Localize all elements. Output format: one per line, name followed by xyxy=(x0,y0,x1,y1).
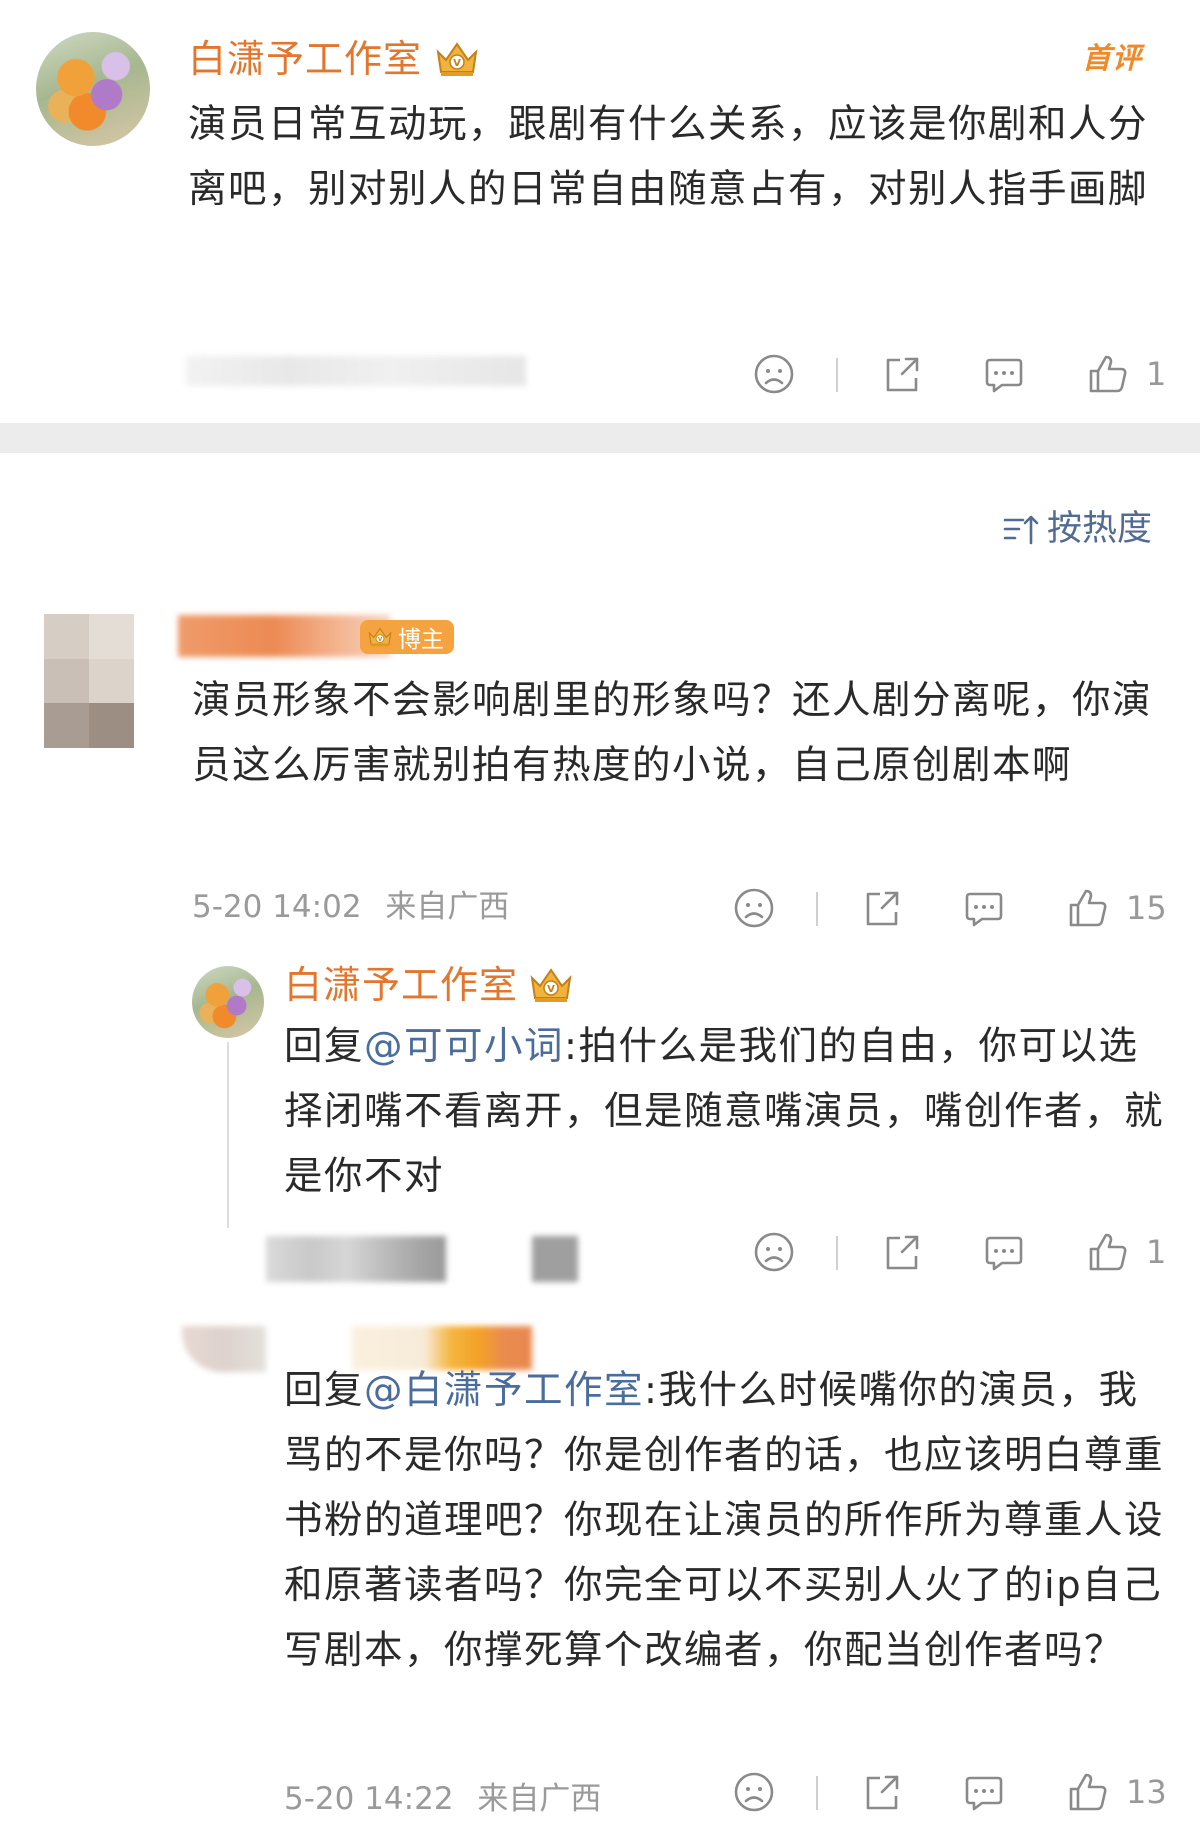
redacted-meta xyxy=(186,356,526,386)
comment-time: 5-20 14:22 xyxy=(284,1781,454,1817)
action-bar: 1 xyxy=(750,1228,1170,1278)
comment-location: 来自广西 xyxy=(385,889,510,925)
share-button[interactable] xyxy=(878,350,926,398)
dislike-button[interactable] xyxy=(750,1228,798,1276)
like-count: 15 xyxy=(1126,889,1167,927)
crown-icon xyxy=(366,625,394,649)
sad-face-icon xyxy=(730,884,778,932)
reply-prefix: 回复 xyxy=(284,1024,365,1069)
avatar[interactable] xyxy=(36,32,150,146)
share-icon xyxy=(878,350,926,398)
comment-icon xyxy=(960,1768,1008,1816)
action-bar: 13 xyxy=(730,1768,1170,1818)
dislike-button[interactable] xyxy=(750,350,798,398)
like-count: 13 xyxy=(1126,1773,1167,1811)
comment-button[interactable] xyxy=(960,884,1008,932)
thumbs-up-icon xyxy=(1084,1228,1132,1276)
sort-icon xyxy=(1003,515,1039,545)
reply-text: 回复@可可小词:拍什么是我们的自由，你可以选择闭嘴不看离开，但是随意嘴演员，嘴创… xyxy=(284,1014,1174,1209)
comment-text: 演员形象不会影响剧里的形象吗？还人剧分离呢，你演员这么厉害就别拍有热度的小说，自… xyxy=(192,678,1153,788)
share-button[interactable] xyxy=(858,1768,906,1816)
crown-icon xyxy=(526,964,576,1006)
comment-time: 5-20 14:02 xyxy=(192,889,362,925)
share-icon xyxy=(858,884,906,932)
share-icon xyxy=(878,1228,926,1276)
mention-link[interactable]: @可可小词 xyxy=(364,1024,564,1069)
action-bar: 1 xyxy=(750,350,1170,400)
comment-meta: 5-20 14:22 来自广西 xyxy=(284,1784,601,1815)
sad-face-icon xyxy=(750,350,798,398)
divider xyxy=(836,358,838,392)
comment-button[interactable] xyxy=(980,350,1028,398)
sort-label[interactable]: 按热度 xyxy=(1047,511,1152,547)
crown-icon xyxy=(432,38,482,80)
comment-text: 演员日常互动玩，跟剧有什么关系，应该是你剧和人分离吧，别对别人的日常自由随意占有… xyxy=(188,102,1149,212)
thumbs-up-icon xyxy=(1064,884,1112,932)
like-button[interactable] xyxy=(1064,1768,1112,1816)
dislike-button[interactable] xyxy=(730,884,778,932)
sad-face-icon xyxy=(730,1768,778,1816)
redacted-author-name xyxy=(178,615,390,657)
share-button[interactable] xyxy=(858,884,906,932)
author-name[interactable]: 白潇予工作室 xyxy=(284,966,518,1004)
thumbs-up-icon xyxy=(1084,350,1132,398)
sort-toggle[interactable]: 按热度 xyxy=(1001,510,1152,548)
redacted-meta xyxy=(532,1236,578,1282)
dislike-button[interactable] xyxy=(730,1768,778,1816)
comment-icon xyxy=(980,350,1028,398)
thumbs-up-icon xyxy=(1064,1768,1112,1816)
reply-thread-line xyxy=(227,1042,229,1228)
comment-icon xyxy=(960,884,1008,932)
divider xyxy=(816,1776,818,1810)
author-badge: 博主 xyxy=(360,620,454,654)
divider xyxy=(836,1236,838,1270)
first-comment-badge: 首评 xyxy=(1082,41,1143,75)
mention-link[interactable]: @白潇予工作室 xyxy=(364,1368,644,1413)
share-button[interactable] xyxy=(878,1228,926,1276)
author-badge-label: 博主 xyxy=(398,627,444,653)
reply-body: :我什么时候嘴你的演员，我骂的不是你吗？你是创作者的话，也应该明白尊重书粉的道理… xyxy=(284,1368,1165,1673)
avatar[interactable] xyxy=(182,1326,266,1372)
divider xyxy=(816,892,818,926)
comment-icon xyxy=(980,1228,1028,1276)
like-button[interactable] xyxy=(1084,1228,1132,1276)
action-bar: 15 xyxy=(730,884,1170,934)
avatar[interactable] xyxy=(44,614,134,748)
comment-button[interactable] xyxy=(980,1228,1028,1276)
reply-prefix: 回复 xyxy=(284,1368,365,1413)
like-button[interactable] xyxy=(1084,350,1132,398)
comment-meta: 5-20 14:02 来自广西 xyxy=(192,892,509,923)
section-separator xyxy=(0,423,1200,453)
sad-face-icon xyxy=(750,1228,798,1276)
like-count: 1 xyxy=(1146,1233,1167,1271)
share-icon xyxy=(858,1768,906,1816)
avatar[interactable] xyxy=(192,966,264,1038)
comment-button[interactable] xyxy=(960,1768,1008,1816)
like-button[interactable] xyxy=(1064,884,1112,932)
author-name[interactable]: 白潇予工作室 xyxy=(188,40,422,78)
comment-location: 来自广西 xyxy=(477,1781,602,1817)
like-count: 1 xyxy=(1146,355,1167,393)
redacted-meta xyxy=(266,1236,446,1282)
reply-text: 回复@白潇予工作室:我什么时候嘴你的演员，我骂的不是你吗？你是创作者的话，也应该… xyxy=(284,1358,1174,1683)
